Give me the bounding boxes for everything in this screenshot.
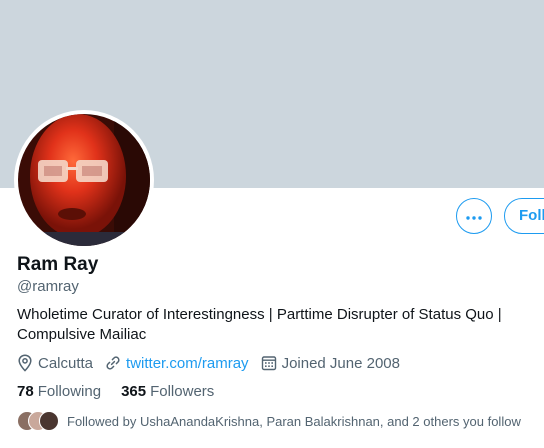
profile-handle: @ramray [17, 278, 79, 295]
followers-count: 365 [121, 383, 147, 400]
joined-item: Joined June 2008 [261, 355, 400, 372]
follow-button[interactable]: Follow [504, 198, 544, 234]
following-label: Following [37, 383, 102, 400]
followed-by-text: Followed by UshaAnandaKrishna, Paran Bal… [67, 413, 521, 429]
location-item: Calcutta [17, 354, 93, 372]
joined-text: Joined June 2008 [281, 354, 400, 372]
avatar[interactable] [18, 114, 150, 246]
website-link[interactable]: twitter.com/ramray [126, 355, 249, 372]
website-item: twitter.com/ramray [105, 355, 249, 372]
following-link[interactable]: 78 Following [17, 383, 101, 400]
more-options-button[interactable] [456, 198, 492, 234]
profile-meta: Calcutta twitter.com/ramray Joined June … [17, 353, 412, 373]
calendar-icon [261, 355, 277, 371]
followed-by-row[interactable]: Followed by UshaAnandaKrishna, Paran Bal… [17, 411, 521, 431]
more-horizontal-icon [466, 207, 482, 225]
location-text: Calcutta [38, 354, 94, 372]
profile-stats: 78 Following 365 Followers [17, 383, 234, 400]
profile-name: Ram Ray [17, 254, 99, 275]
profile-page: Follow Ram Ray @ramray Wholetime Curator… [0, 0, 544, 448]
link-icon [105, 355, 121, 371]
followers-link[interactable]: 365 Followers [121, 383, 214, 400]
profile-bio: Wholetime Curator of Interestingness | P… [17, 306, 502, 343]
mutual-avatar [39, 411, 59, 431]
following-count: 78 [17, 383, 34, 400]
avatar-ring [14, 110, 154, 250]
followed-by-avatars [17, 411, 59, 431]
followers-label: Followers [150, 383, 215, 400]
location-pin-icon [17, 354, 33, 372]
